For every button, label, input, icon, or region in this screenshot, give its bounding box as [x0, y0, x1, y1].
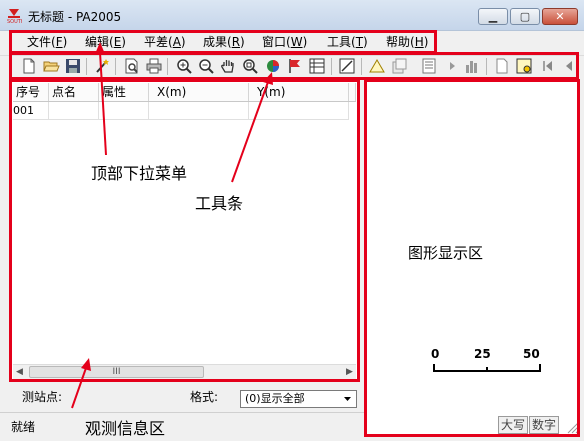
toolbar-arrow	[231, 81, 269, 183]
obs-arrow	[71, 367, 87, 409]
menu-arrow	[99, 51, 107, 156]
annotation-arrows	[71, 42, 273, 409]
